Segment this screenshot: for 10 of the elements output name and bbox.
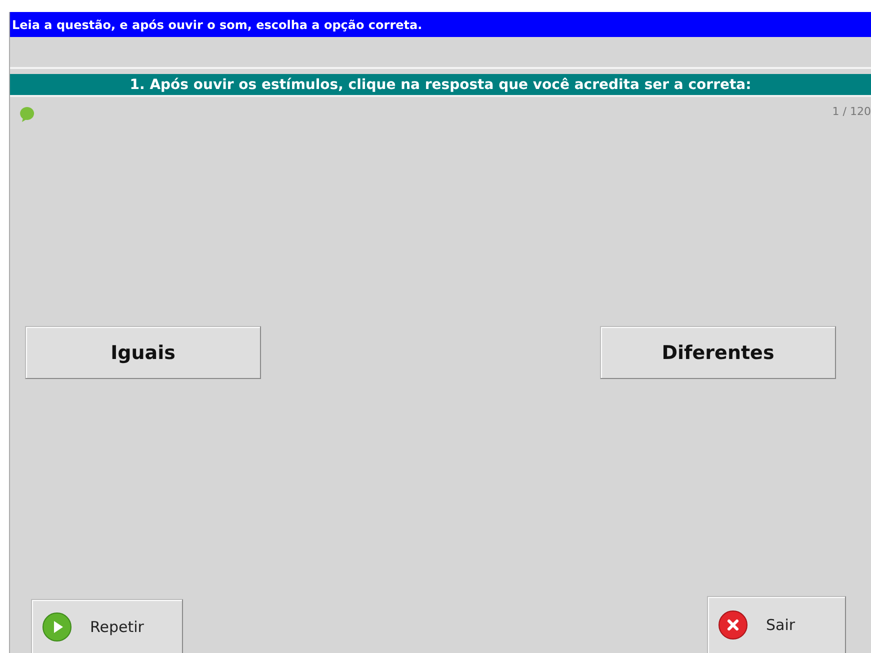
close-icon bbox=[718, 610, 748, 640]
play-icon bbox=[42, 612, 72, 642]
speech-bubble-icon bbox=[18, 105, 36, 123]
question-counter: 1 / 120 bbox=[832, 105, 871, 118]
answer-button[interactable]: Diferentes bbox=[600, 326, 836, 379]
exit-button[interactable]: Sair bbox=[707, 596, 846, 653]
repeat-button[interactable]: Repetir bbox=[31, 599, 183, 653]
window-title: Leia a questão, e após ouvir o som, escolha a opção correta. bbox=[10, 12, 871, 37]
answer-button[interactable]: Iguais bbox=[25, 326, 261, 379]
question-banner: 1. Após ouvir os estímulos, clique na resposta que você acredita ser a correta: bbox=[10, 74, 871, 97]
